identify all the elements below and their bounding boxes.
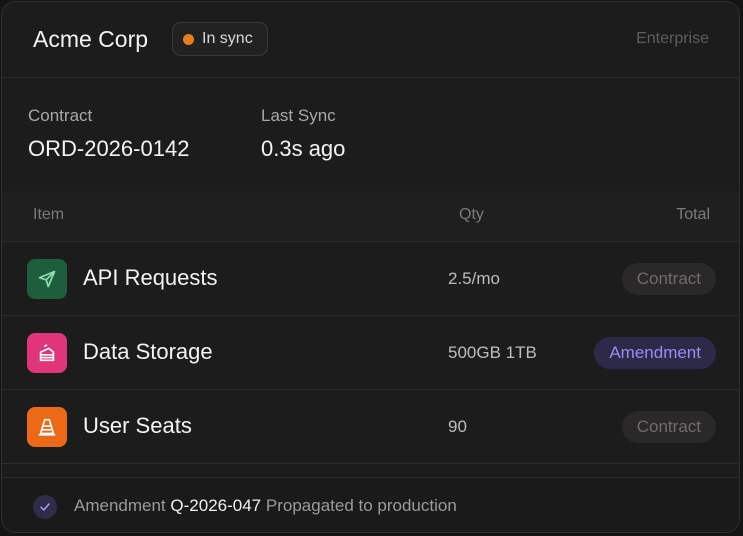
item-name: Data Storage [83,339,213,364]
item-qty: 2.5/mo [448,269,500,288]
status-dot-icon [183,33,194,45]
check-icon [33,495,57,519]
contract-label: Contract [28,106,93,125]
table-row[interactable]: API Requests 2.5/mo Contract [2,242,739,316]
column-qty: Qty [459,206,484,223]
company-name: Acme Corp [33,26,149,52]
cake-icon [27,333,67,373]
table-row[interactable]: Data Storage 500GB 1TB Amendment [2,316,739,390]
table-header: Item Qty Total [2,191,739,242]
item-total-badge: Contract [621,411,716,443]
item-qty: 90 [448,417,467,436]
item-total-badge: Amendment [594,337,716,369]
last-sync-label: Last Sync [261,106,336,125]
table-row[interactable]: User Seats 90 Contract [2,390,739,464]
column-item: Item [33,206,65,223]
item-name: API Requests [83,265,218,290]
item-total-badge: Contract [621,263,716,295]
card-header: Acme Corp In sync Enterprise [2,2,739,78]
activity-prefix: Amendment [74,496,166,515]
contract-info: Contract ORD-2026-0142 [28,106,189,162]
sync-info: Last Sync 0.3s ago [261,106,345,162]
sync-status-badge: In sync [172,22,268,56]
amendment-reference[interactable]: Q-2026-047 [170,496,261,515]
column-total: Total [676,206,710,223]
plan-label: Enterprise [636,30,709,47]
contract-meta: Contract ORD-2026-0142 Last Sync 0.3s ag… [2,78,739,191]
contract-card: Acme Corp In sync Enterprise Contract OR… [1,1,740,533]
activity-message: Amendment Q-2026-047 Propagated to produ… [74,496,457,516]
activity-suffix: Propagated to production [265,496,457,515]
item-qty: 500GB 1TB [448,343,537,362]
activity-footer: Amendment Q-2026-047 Propagated to produ… [2,477,739,532]
sync-status-label: In sync [202,30,253,47]
send-icon [27,259,67,299]
contract-number: ORD-2026-0142 [28,136,190,161]
item-name: User Seats [83,413,192,438]
last-sync-value: 0.3s ago [261,136,346,161]
traffic-cone-icon [27,407,67,447]
